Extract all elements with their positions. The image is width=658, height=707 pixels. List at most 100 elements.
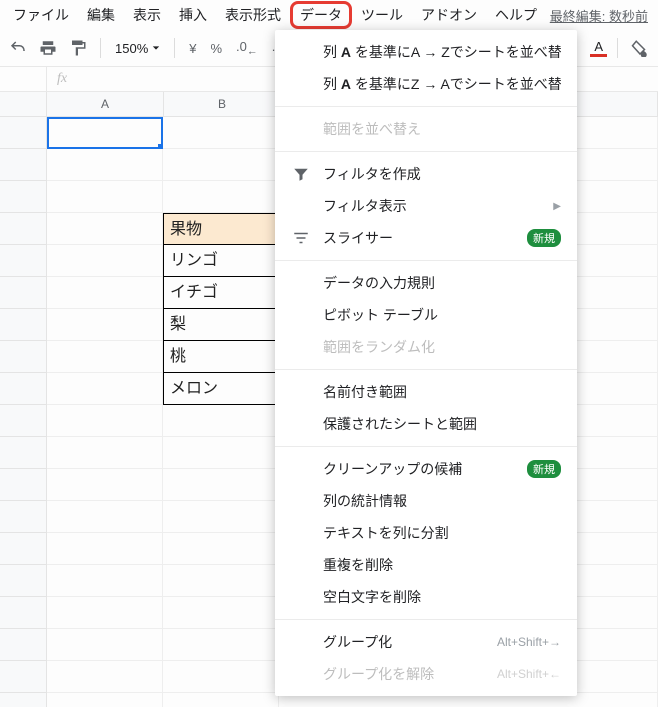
cell-B3[interactable]	[163, 181, 279, 213]
menu-help[interactable]: ヘルプ	[486, 1, 546, 29]
fill-color-button[interactable]	[628, 36, 652, 60]
cell-A3[interactable]	[47, 181, 163, 213]
menu-slicer[interactable]: スライサー 新規	[275, 222, 577, 254]
row-header[interactable]	[0, 405, 47, 437]
undo-button[interactable]	[6, 36, 30, 60]
menu-create-filter[interactable]: フィルタを作成	[275, 158, 577, 190]
cell[interactable]	[47, 629, 163, 661]
menu-group[interactable]: グループ化 Alt+Shift+→	[275, 626, 577, 658]
row-header[interactable]	[0, 117, 47, 149]
cell-A9[interactable]	[47, 373, 163, 405]
name-box[interactable]	[0, 67, 47, 91]
menu-addons[interactable]: アドオン	[412, 1, 486, 29]
menu-item-label: 保護されたシートと範囲	[323, 414, 561, 434]
cell[interactable]	[163, 597, 279, 629]
cell[interactable]	[163, 469, 279, 501]
zoom-dropdown[interactable]: 150%	[111, 41, 164, 56]
paint-format-button[interactable]	[66, 36, 90, 60]
row-header[interactable]	[0, 437, 47, 469]
menu-format[interactable]: 表示形式	[216, 1, 290, 29]
menu-remove-duplicates[interactable]: 重複を削除	[275, 549, 577, 581]
menu-item-label: 範囲をランダム化	[323, 337, 561, 357]
menu-view[interactable]: 表示	[124, 1, 170, 29]
cell-A1[interactable]	[47, 117, 163, 149]
cell[interactable]	[47, 501, 163, 533]
menu-filter-views[interactable]: フィルタ表示 ▶	[275, 190, 577, 222]
cell[interactable]	[47, 469, 163, 501]
cell-B4[interactable]: 果物	[163, 213, 279, 245]
menu-item-label: 重複を削除	[323, 555, 561, 575]
cell[interactable]	[163, 405, 279, 437]
menu-item-label: 空白文字を削除	[323, 587, 561, 607]
row-header[interactable]	[0, 501, 47, 533]
col-header-A[interactable]: A	[47, 92, 164, 116]
cell[interactable]	[47, 533, 163, 565]
cell[interactable]	[47, 661, 163, 693]
row-header[interactable]	[0, 181, 47, 213]
menu-protected-sheets[interactable]: 保護されたシートと範囲	[275, 408, 577, 440]
cell[interactable]	[163, 629, 279, 661]
menu-tools[interactable]: ツール	[352, 1, 412, 29]
row-header[interactable]	[0, 469, 47, 501]
menu-data[interactable]: データ	[290, 1, 352, 29]
cell-B8[interactable]: 桃	[163, 341, 279, 373]
row-header[interactable]	[0, 213, 47, 245]
format-percent-button[interactable]: %	[206, 41, 226, 56]
row-header[interactable]	[0, 629, 47, 661]
menu-pivot-table[interactable]: ピボット テーブル	[275, 299, 577, 331]
row-header[interactable]	[0, 149, 47, 181]
row-header[interactable]	[0, 277, 47, 309]
menu-trim-whitespace[interactable]: 空白文字を削除	[275, 581, 577, 613]
row-header[interactable]	[0, 373, 47, 405]
cell-A2[interactable]	[47, 149, 163, 181]
menu-data-validation[interactable]: データの入力規則	[275, 267, 577, 299]
menu-named-ranges[interactable]: 名前付き範囲	[275, 376, 577, 408]
format-currency-button[interactable]: ¥	[185, 41, 200, 56]
row-header[interactable]	[0, 309, 47, 341]
cell[interactable]	[47, 405, 163, 437]
menu-cleanup-suggestions[interactable]: クリーンアップの候補 新規	[275, 453, 577, 485]
row-header[interactable]	[0, 341, 47, 373]
select-all-corner[interactable]	[0, 92, 47, 116]
cell-B7[interactable]: 梨	[163, 309, 279, 341]
col-header-B[interactable]: B	[164, 92, 281, 116]
row-header[interactable]	[0, 565, 47, 597]
row-header[interactable]	[0, 693, 47, 707]
row-header[interactable]	[0, 597, 47, 629]
cell[interactable]	[47, 565, 163, 597]
cell[interactable]	[163, 565, 279, 597]
cell-B9[interactable]: メロン	[163, 373, 279, 405]
menu-file[interactable]: ファイル	[4, 1, 78, 29]
cell[interactable]	[163, 693, 279, 707]
menu-sort-sheet-az[interactable]: 列 A を基準にA → Zでシートを並べ替え	[275, 36, 577, 68]
cell[interactable]	[163, 437, 279, 469]
cell[interactable]	[163, 533, 279, 565]
menu-item-label: 名前付き範囲	[323, 382, 561, 402]
last-edit-link[interactable]: 最終編集: 数秒前	[550, 6, 654, 25]
cell-A5[interactable]	[47, 245, 163, 277]
cell[interactable]	[47, 693, 163, 707]
cell[interactable]	[47, 597, 163, 629]
cell-A7[interactable]	[47, 309, 163, 341]
text-color-button[interactable]: A	[590, 40, 607, 57]
cell-A6[interactable]	[47, 277, 163, 309]
menu-column-stats[interactable]: 列の統計情報	[275, 485, 577, 517]
cell-B1[interactable]	[163, 117, 279, 149]
decrease-decimal-button[interactable]: .0←	[232, 39, 262, 58]
row-header[interactable]	[0, 661, 47, 693]
cell-B6[interactable]: イチゴ	[163, 277, 279, 309]
cell[interactable]	[163, 661, 279, 693]
menu-sort-sheet-za[interactable]: 列 A を基準にZ → Aでシートを並べ替え	[275, 68, 577, 100]
cell-B2[interactable]	[163, 149, 279, 181]
cell-A8[interactable]	[47, 341, 163, 373]
menu-split-text[interactable]: テキストを列に分割	[275, 517, 577, 549]
cell-A4[interactable]	[47, 213, 163, 245]
print-button[interactable]	[36, 36, 60, 60]
menu-insert[interactable]: 挿入	[170, 1, 216, 29]
menu-edit[interactable]: 編集	[78, 1, 124, 29]
cell[interactable]	[163, 501, 279, 533]
row-header[interactable]	[0, 245, 47, 277]
cell-B5[interactable]: リンゴ	[163, 245, 279, 277]
row-header[interactable]	[0, 533, 47, 565]
cell[interactable]	[47, 437, 163, 469]
